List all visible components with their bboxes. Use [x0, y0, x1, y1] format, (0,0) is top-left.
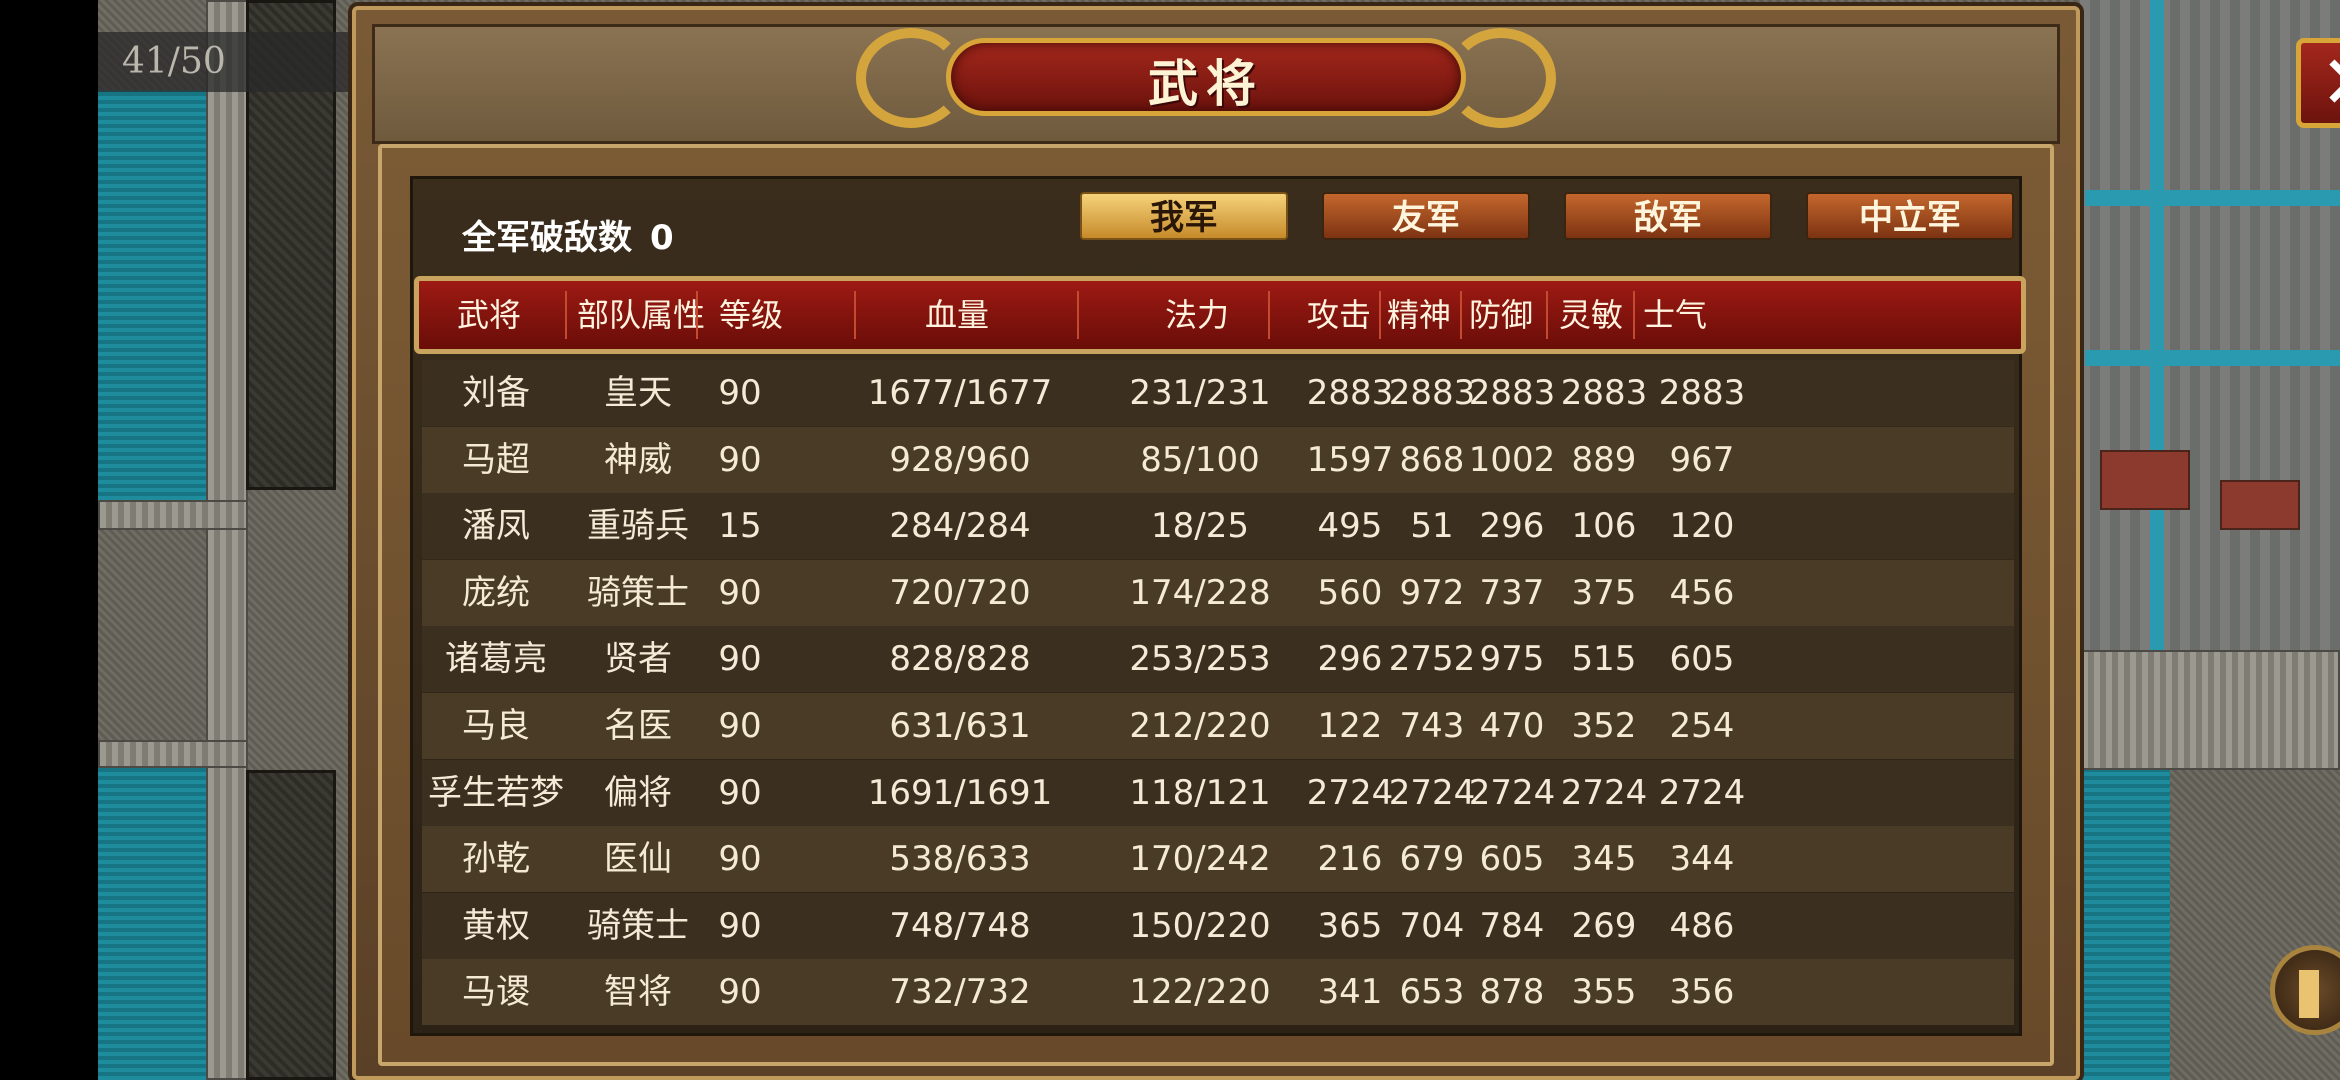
- fortress-block: [246, 770, 336, 1080]
- canal: [2085, 350, 2340, 366]
- cell-morale: 344: [1669, 839, 1735, 880]
- total-kills-value: 0: [650, 218, 674, 258]
- city-wall: [2080, 650, 2340, 770]
- cell-level: 90: [718, 972, 762, 1013]
- river-water: [2080, 770, 2170, 1080]
- table-row[interactable]: 马谡 智将 90 732/732 122/220 341 653 878 355 356: [422, 959, 2014, 1026]
- table-row[interactable]: 庞统 骑策士 90 720/720 174/228 560 972 737 375 456: [422, 559, 2014, 626]
- tab-allied-army[interactable]: 友军: [1322, 192, 1530, 240]
- building-roof: [2220, 480, 2300, 530]
- column-header-name: 武将: [456, 296, 521, 334]
- cell-morale: 967: [1669, 439, 1735, 480]
- canal: [2150, 0, 2164, 650]
- total-kills: 全军破敌数 0: [462, 210, 674, 259]
- cell-level: 90: [718, 706, 762, 746]
- cell-hp: 284/284: [889, 506, 1031, 547]
- table-row[interactable]: 孚生若梦 偏将 90 1691/1691 118/121 2724 2724 2724 2724…: [422, 759, 2014, 826]
- cell-level: 90: [718, 572, 762, 613]
- table-row[interactable]: 马超 神威 90 928/960 85/100 1597 868 1002 889 967: [422, 426, 2014, 493]
- column-divider: [696, 291, 698, 339]
- bridge: [98, 500, 248, 530]
- table-row[interactable]: 孙乾 医仙 90 538/633 170/242 216 679 605 345 344: [422, 826, 2014, 893]
- column-divider: [1633, 291, 1635, 339]
- cell-level: 90: [718, 772, 762, 813]
- tab-our-army[interactable]: 我军: [1080, 192, 1288, 240]
- cell-level: 90: [718, 639, 762, 680]
- column-divider: [1268, 291, 1270, 339]
- column-header-level: 等级: [718, 296, 783, 334]
- building-roof: [2100, 450, 2190, 510]
- cell-hp: 732/732: [889, 972, 1031, 1013]
- map-edge: [0, 0, 98, 1080]
- table-row[interactable]: 黄权 骑策士 90 748/748 150/220 365 704 784 269 486: [422, 892, 2014, 959]
- cell-hp: 928/960: [889, 439, 1031, 480]
- column-divider: [565, 291, 567, 339]
- canal: [2085, 190, 2340, 206]
- cell-hp: 720/720: [889, 572, 1031, 613]
- cell-hp: 748/748: [889, 905, 1031, 946]
- cell-level: 90: [718, 905, 762, 946]
- cell-morale: 120: [1669, 506, 1735, 547]
- column-divider: [1379, 291, 1381, 339]
- cell-morale: 254: [1669, 706, 1735, 746]
- close-icon: ✕: [2301, 43, 2340, 123]
- column-divider: [1460, 291, 1462, 339]
- column-header-morale: 士气: [1642, 296, 1707, 334]
- column-divider: [1546, 291, 1548, 339]
- cell-level: 90: [718, 439, 762, 480]
- column-divider: [1077, 291, 1079, 339]
- cell-hp: 1691/1691: [867, 772, 1053, 813]
- column-divider: [854, 291, 856, 339]
- cell-hp: 631/631: [889, 706, 1031, 746]
- cell-morale: 356: [1669, 972, 1735, 1013]
- table-row[interactable]: 马良 名医 90 631/631 212/220 122 743 470 352 254: [422, 693, 2014, 759]
- close-button[interactable]: ✕: [2296, 38, 2340, 128]
- cell-level: 90: [718, 839, 762, 880]
- table-row[interactable]: 刘备 皇天 90 1677/1677 231/231 2883 2883 2883 2883 28…: [422, 360, 2014, 426]
- cell-morale: 605: [1669, 639, 1735, 680]
- cell-hp: 1677/1677: [867, 373, 1053, 413]
- progress-counter: 41/50: [98, 32, 360, 92]
- generals-table-body: 刘备 皇天 90 1677/1677 231/231 2883 2883 2883 2883 28…: [422, 360, 2014, 1026]
- river-water: [98, 90, 206, 500]
- title-plate: 武将: [856, 22, 1556, 132]
- cell-hp: 538/633: [889, 839, 1031, 880]
- cell-morale: 486: [1669, 905, 1735, 946]
- city-wall: [206, 0, 248, 1080]
- tab-neutral-army[interactable]: 中立军: [1806, 192, 2014, 240]
- cell-morale: 2883: [1658, 373, 1746, 413]
- cell-morale: 2724: [1658, 772, 1746, 813]
- bridge: [98, 740, 248, 768]
- total-kills-label: 全军破敌数: [462, 218, 632, 258]
- table-header: 武将 部队属性 等级 血量 法力 攻击 精神 防御 灵敏 士气: [414, 276, 2026, 354]
- dialog-title: 武将: [1148, 55, 1264, 113]
- cell-morale: 456: [1669, 572, 1735, 613]
- tab-enemy-army[interactable]: 敌军: [1564, 192, 1772, 240]
- cell-hp: 828/828: [889, 639, 1031, 680]
- cell-level: 90: [718, 373, 762, 413]
- cell-level: 15: [718, 506, 762, 547]
- table-row[interactable]: 潘凤 重骑兵 15 284/284 18/25 495 51 296 106 120: [422, 493, 2014, 560]
- table-row[interactable]: 诸葛亮 贤者 90 828/828 253/253 296 2752 975 515 605: [422, 626, 2014, 693]
